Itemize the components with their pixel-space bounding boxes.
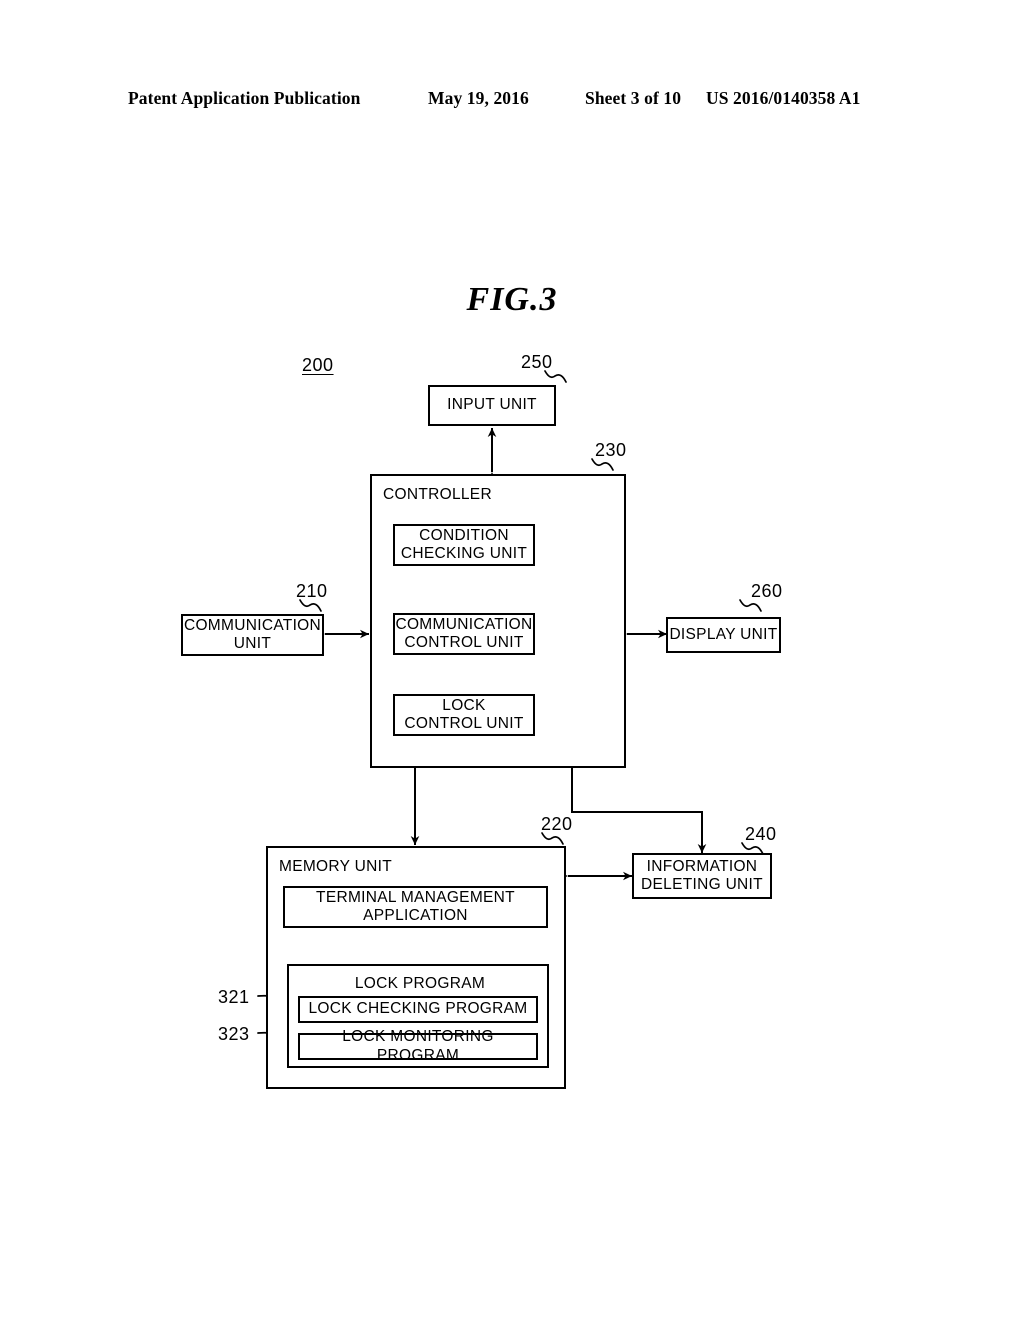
lock-checking-program-label: LOCK CHECKING PROGRAM — [308, 1000, 528, 1018]
lock-control-unit-line1: LOCK — [442, 696, 486, 714]
ref-210: 210 — [296, 581, 328, 601]
terminal-management-application-box[interactable]: TERMINAL MANAGEMENT APPLICATION — [283, 886, 548, 928]
condition-checking-unit-label: CONDITION CHECKING UNIT — [401, 527, 527, 564]
lock-monitoring-program-box[interactable]: LOCK MONITORING PROGRAM — [298, 1028, 538, 1064]
communication-unit-label: COMMUNICATION UNIT — [184, 617, 321, 654]
information-deleting-unit-box[interactable]: INFORMATION DELETING UNIT — [632, 853, 772, 899]
communication-control-unit-label: COMMUNICATION CONTROL UNIT — [395, 616, 532, 653]
ref-321: 321 — [218, 987, 250, 1007]
connector-controller-information-deleting-unit — [567, 759, 707, 853]
input-unit-label: INPUT UNIT — [447, 396, 537, 414]
communication-control-unit-box[interactable]: COMMUNICATION CONTROL UNIT — [393, 613, 535, 655]
lock-control-unit-box[interactable]: LOCK CONTROL UNIT — [393, 694, 535, 736]
communication-unit-line1: COMMUNICATION — [183, 616, 322, 634]
lock-monitoring-program-label: LOCK MONITORING PROGRAM — [342, 1028, 494, 1064]
memory-unit-label: MEMORY UNIT — [279, 858, 392, 875]
display-unit-label: DISPLAY UNIT — [669, 625, 778, 643]
terminal-management-application-label: TERMINAL MANAGEMENT APPLICATION — [316, 889, 515, 926]
ref-230: 230 — [595, 440, 627, 460]
communication-unit-line2: UNIT — [233, 635, 272, 652]
lock-control-unit-line2: CONTROL UNIT — [404, 715, 524, 732]
lock-control-unit-label: LOCK CONTROL UNIT — [404, 697, 523, 734]
ref-240: 240 — [745, 824, 777, 844]
display-unit-box[interactable]: DISPLAY UNIT — [666, 617, 781, 653]
ref-323: 323 — [218, 1024, 250, 1044]
input-unit-box[interactable]: INPUT UNIT — [428, 385, 556, 426]
controller-label: CONTROLLER — [383, 486, 492, 503]
condition-checking-unit-box[interactable]: CONDITION CHECKING UNIT — [393, 524, 535, 566]
ref-220: 220 — [541, 814, 573, 834]
communication-unit-box[interactable]: COMMUNICATION UNIT — [181, 614, 324, 656]
ref-260: 260 — [751, 581, 783, 601]
communication-control-unit-line2: CONTROL UNIT — [404, 634, 524, 651]
ref-200: 200 — [302, 355, 334, 375]
information-deleting-unit-line2: DELETING UNIT — [641, 876, 763, 893]
information-deleting-unit-label: INFORMATION DELETING UNIT — [641, 858, 763, 895]
condition-checking-unit-line2: CHECKING UNIT — [400, 545, 528, 562]
condition-checking-unit-line1: CONDITION — [419, 526, 509, 544]
information-deleting-unit-line1: INFORMATION — [646, 857, 758, 875]
lock-program-label: LOCK PROGRAM — [354, 975, 486, 992]
terminal-management-application-line2: APPLICATION — [363, 907, 468, 924]
terminal-management-application-line1: TERMINAL MANAGEMENT — [316, 888, 515, 906]
lock-checking-program-box[interactable]: LOCK CHECKING PROGRAM — [298, 996, 538, 1023]
ref-250: 250 — [521, 352, 553, 372]
communication-control-unit-line1: COMMUNICATION — [395, 615, 533, 633]
